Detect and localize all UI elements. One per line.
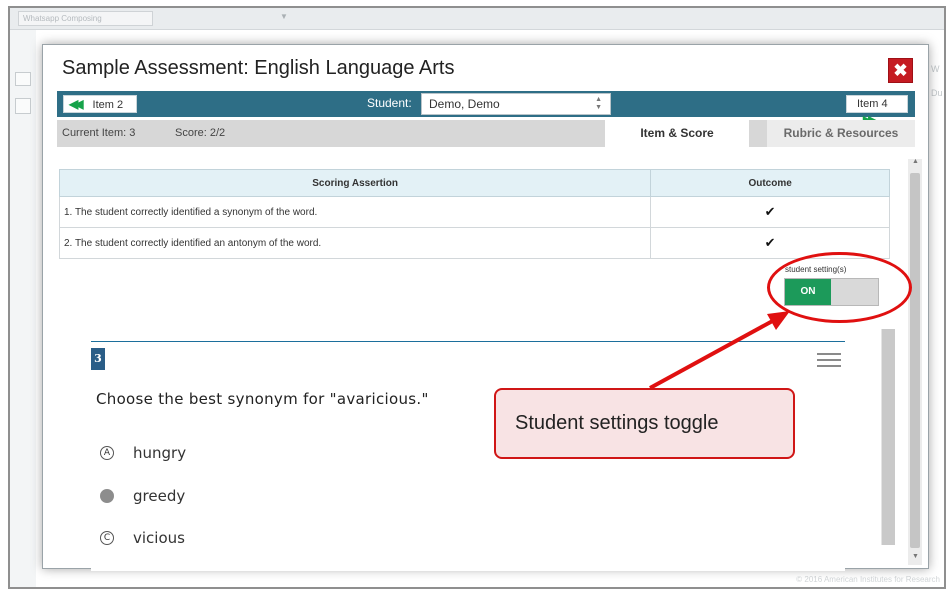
option-text: greedy xyxy=(133,487,186,505)
column-header-outcome: Outcome xyxy=(650,169,890,197)
answer-option-c[interactable]: C vicious xyxy=(100,529,185,547)
scroll-down-arrow-icon[interactable]: ▼ xyxy=(912,553,919,560)
item-scrollbar[interactable] xyxy=(881,329,895,545)
background-dropdown[interactable]: Whatsapp Composing xyxy=(18,11,153,26)
close-icon: ✖ xyxy=(893,61,908,80)
double-arrow-left-icon: ◀◀ xyxy=(69,97,84,111)
student-select[interactable]: Demo, Demo ▲ ▼ xyxy=(421,93,611,115)
table-header-row: Scoring Assertion Outcome xyxy=(58,169,890,197)
annotation-ellipse xyxy=(767,252,912,323)
background-caret-icon: ▼ xyxy=(280,12,288,21)
background-icon xyxy=(15,72,31,86)
current-item-text: Current Item: 3 xyxy=(62,127,136,139)
column-header-assertion: Scoring Assertion xyxy=(58,169,652,197)
next-item-button[interactable]: Item 4 ▶▶ xyxy=(846,95,908,127)
scoring-table: Scoring Assertion Outcome 1. The student… xyxy=(58,169,890,259)
table-row: 1. The student correctly identified a sy… xyxy=(58,196,890,228)
assertion-cell: 1. The student correctly identified a sy… xyxy=(58,196,652,228)
question-text: Choose the best synonym for "avaricious.… xyxy=(96,390,429,408)
hamburger-menu-icon[interactable] xyxy=(817,353,841,367)
background-icon xyxy=(15,98,31,114)
previous-item-button[interactable]: ◀◀ Item 2 xyxy=(63,95,137,113)
option-text: hungry xyxy=(133,444,187,462)
option-text: vicious xyxy=(133,529,185,547)
tab-item-score[interactable]: Item & Score xyxy=(605,120,749,147)
next-item-label: Item 4 xyxy=(857,98,888,110)
annotation-callout: Student settings toggle xyxy=(494,388,795,459)
background-toolbar: Whatsapp Composing ▼ xyxy=(10,8,944,30)
option-b-marker-selected[interactable] xyxy=(100,489,114,503)
answer-option-a[interactable]: A hungry xyxy=(100,444,187,462)
table-row: 2. The student correctly identified an a… xyxy=(58,227,890,259)
item-info-bar: Current Item: 3 Score: 2/2 Item & Score … xyxy=(57,120,915,147)
background-text: Du xyxy=(931,88,943,98)
background-sidebar xyxy=(10,30,36,587)
item-number-badge: 3 xyxy=(91,348,105,370)
assertion-cell: 2. The student correctly identified an a… xyxy=(58,227,652,259)
background-footer: © 2016 American Institutes for Research xyxy=(796,575,940,584)
option-a-marker[interactable]: A xyxy=(100,446,114,460)
previous-item-label: Item 2 xyxy=(92,99,124,111)
scroll-up-arrow-icon[interactable]: ▲ xyxy=(912,158,919,165)
item-navigation-bar: ◀◀ Item 2 Student: Demo, Demo ▲ ▼ Item 4 … xyxy=(57,91,915,127)
background-text: W xyxy=(931,64,940,74)
tab-rubric-resources[interactable]: Rubric & Resources xyxy=(767,120,915,147)
close-button[interactable]: ✖ xyxy=(888,58,913,83)
option-c-marker[interactable]: C xyxy=(100,531,114,545)
score-text: Score: 2/2 xyxy=(175,127,226,139)
student-select-value: Demo, Demo xyxy=(429,97,500,111)
modal-title: Sample Assessment: English Language Arts xyxy=(62,57,455,79)
student-label: Student: xyxy=(367,96,412,110)
select-caret-icon: ▲ ▼ xyxy=(595,96,602,111)
modal-scrollbar-thumb[interactable] xyxy=(910,173,920,548)
checkmark-icon: ✔ xyxy=(650,196,890,228)
answer-option-b[interactable]: greedy xyxy=(100,487,186,505)
